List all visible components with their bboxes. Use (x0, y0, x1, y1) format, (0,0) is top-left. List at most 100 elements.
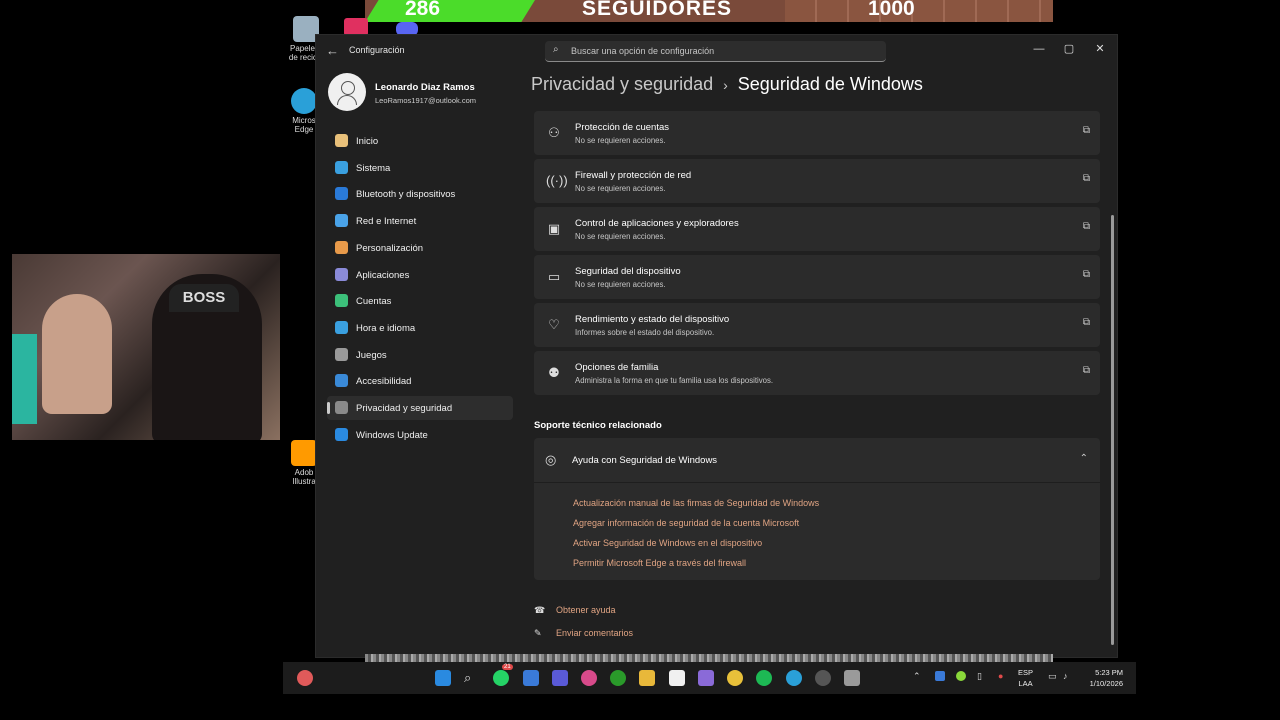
sidebar-item-icon (335, 267, 348, 281)
sidebar-item[interactable]: Aplicaciones (327, 263, 513, 287)
card-subtitle: Informes sobre el estado del dispositivo… (575, 328, 715, 337)
settings-taskbar-icon[interactable] (844, 670, 860, 686)
microphone-icon[interactable]: ● (998, 671, 1003, 681)
chevron-up-icon[interactable]: ⌃ (1080, 453, 1088, 464)
security-card[interactable]: ♡ Rendimiento y estado del dispositivo Inf… (534, 303, 1100, 347)
xbox-icon[interactable] (610, 670, 626, 686)
date: 1/10/2026 (1089, 679, 1123, 688)
sidebar-item[interactable]: Accesibilidad (327, 369, 513, 393)
store-icon[interactable] (669, 670, 685, 686)
related-support-heading: Soporte técnico relacionado (534, 420, 662, 431)
maximize-button[interactable]: ▢ (1054, 39, 1084, 59)
sidebar-item-icon (335, 427, 348, 441)
search-icon: ⌕ (553, 44, 559, 55)
copilot-icon[interactable] (581, 670, 597, 686)
external-link-icon[interactable]: ⧉ (1083, 269, 1090, 280)
card-title: Control de aplicaciones y exploradores (575, 218, 739, 229)
help-expander: ◎ Ayuda con Seguridad de Windows ⌃ Actua… (534, 438, 1100, 580)
whatsapp-icon[interactable]: 21 (493, 664, 513, 686)
card-subtitle: No se requieren acciones. (575, 280, 666, 289)
goal-progress-fill (365, 0, 535, 22)
help-expander-header[interactable]: ◎ Ayuda con Seguridad de Windows ⌃ (534, 438, 1100, 483)
sidebar-item-label: Aplicaciones (356, 269, 410, 281)
card-title: Opciones de familia (575, 362, 659, 373)
notification-icon[interactable] (297, 670, 313, 686)
close-button[interactable]: ✕ (1085, 39, 1115, 59)
sidebar-item[interactable]: Hora e idioma (327, 316, 513, 340)
breadcrumb-parent[interactable]: Privacidad y seguridad (531, 74, 713, 94)
security-card[interactable]: ▭ Seguridad del dispositivo No se requiere… (534, 255, 1100, 299)
sidebar-item-icon (335, 320, 348, 334)
language-indicator[interactable]: ESP LAA (1018, 667, 1033, 689)
tray-app-icon[interactable] (935, 671, 945, 681)
webcam-lamp (12, 334, 37, 424)
page-title: Seguridad de Windows (737, 74, 923, 94)
security-card[interactable]: ⚇ Protección de cuentas No se requieren ac… (534, 111, 1100, 155)
send-feedback-link[interactable]: ✎ Enviar comentarios (534, 628, 633, 639)
sidebar-item[interactable]: Privacidad y seguridad (327, 396, 513, 420)
globe-icon: ◎ (545, 452, 557, 467)
sidebar-item[interactable]: Inicio (327, 129, 513, 153)
sidebar-item-label: Personalización (356, 242, 424, 254)
back-arrow-icon[interactable]: ← (326, 43, 339, 58)
sidebar-item[interactable]: Juegos (327, 343, 513, 367)
help-link[interactable]: Activar Seguridad de Windows en el dispo… (573, 538, 762, 548)
sidebar-item[interactable]: Personalización (327, 236, 513, 260)
sidebar-item[interactable]: Bluetooth y dispositivos (327, 182, 513, 206)
external-link-icon[interactable]: ⧉ (1083, 125, 1090, 136)
family-icon: ⚉ (548, 365, 560, 380)
security-card[interactable]: ⚉ Opciones de familia Administra la forma … (534, 351, 1100, 395)
office-icon[interactable] (698, 670, 714, 686)
search-input[interactable]: ⌕ Buscar una opción de configuración (545, 41, 886, 62)
help-expander-title: Ayuda con Seguridad de Windows (572, 455, 718, 466)
breadcrumb-separator: › (723, 77, 728, 93)
search-taskbar-icon[interactable]: ⌕ (464, 670, 480, 686)
scrollbar[interactable] (1111, 215, 1114, 645)
external-link-icon[interactable]: ⧉ (1083, 221, 1090, 232)
external-link-icon[interactable]: ⧉ (1083, 173, 1090, 184)
sidebar-item[interactable]: Cuentas (327, 289, 513, 313)
sidebar-item[interactable]: Sistema (327, 156, 513, 180)
user-email: LeoRamos1917@outlook.com (375, 96, 477, 105)
tray-status-icon[interactable] (956, 671, 966, 681)
account-shield-icon: ⚇ (548, 125, 560, 140)
card-subtitle: No se requieren acciones. (575, 136, 666, 145)
security-card[interactable]: ▣ Control de aplicaciones y exploradores N… (534, 207, 1100, 251)
language-code: ESP (1018, 668, 1034, 677)
heart-icon: ♡ (548, 317, 560, 332)
volume-icon[interactable]: ♪ (1063, 671, 1068, 681)
help-link[interactable]: Agregar información de seguridad de la c… (573, 518, 799, 528)
sidebar-item-icon (335, 374, 348, 388)
sidebar-item[interactable]: Windows Update (327, 423, 513, 447)
clock[interactable]: 5:23 PM 1/10/2026 (1078, 667, 1123, 689)
get-help-link[interactable]: ☎ Obtener ayuda (534, 605, 616, 616)
start-button-icon[interactable] (435, 670, 451, 686)
help-link[interactable]: Permitir Microsoft Edge a través del fir… (573, 558, 746, 568)
spotify-icon[interactable] (756, 670, 772, 686)
mail-icon[interactable] (523, 670, 539, 686)
chevron-up-tray-icon[interactable]: ⌃ (913, 671, 921, 682)
follower-goal-banner: 286 SEGUIDORES 1000 (365, 0, 1053, 22)
sidebar-item-label: Privacidad y seguridad (356, 403, 453, 414)
card-title: Seguridad del dispositivo (575, 266, 681, 277)
desktop-icon-label: Adob Illustra (292, 468, 316, 486)
sidebar-item-label: Windows Update (356, 429, 428, 441)
external-link-icon[interactable]: ⧉ (1083, 317, 1090, 328)
usb-icon[interactable]: ▯ (977, 671, 982, 682)
file-explorer-icon[interactable] (639, 670, 655, 686)
sidebar-item[interactable]: Red e Internet (327, 209, 513, 233)
avatar[interactable] (328, 73, 366, 111)
settings-window: ← Configuración ⌕ Buscar una opción de c… (315, 34, 1118, 658)
minimize-button[interactable]: — (1024, 39, 1054, 59)
chrome-icon[interactable] (727, 670, 743, 686)
security-card[interactable]: ((·)) Firewall y protección de red No se r… (534, 159, 1100, 203)
sidebar-item-label: Inicio (356, 136, 379, 147)
network-icon[interactable]: ▭ (1048, 671, 1057, 682)
card-title: Rendimiento y estado del dispositivo (575, 314, 730, 325)
teams-icon[interactable] (552, 670, 568, 686)
obs-icon[interactable] (815, 670, 831, 686)
help-link[interactable]: Actualización manual de las firmas de Se… (573, 498, 819, 508)
edge-taskbar-icon[interactable] (786, 670, 802, 686)
external-link-icon[interactable]: ⧉ (1083, 365, 1090, 376)
sidebar-item-icon (335, 401, 348, 414)
